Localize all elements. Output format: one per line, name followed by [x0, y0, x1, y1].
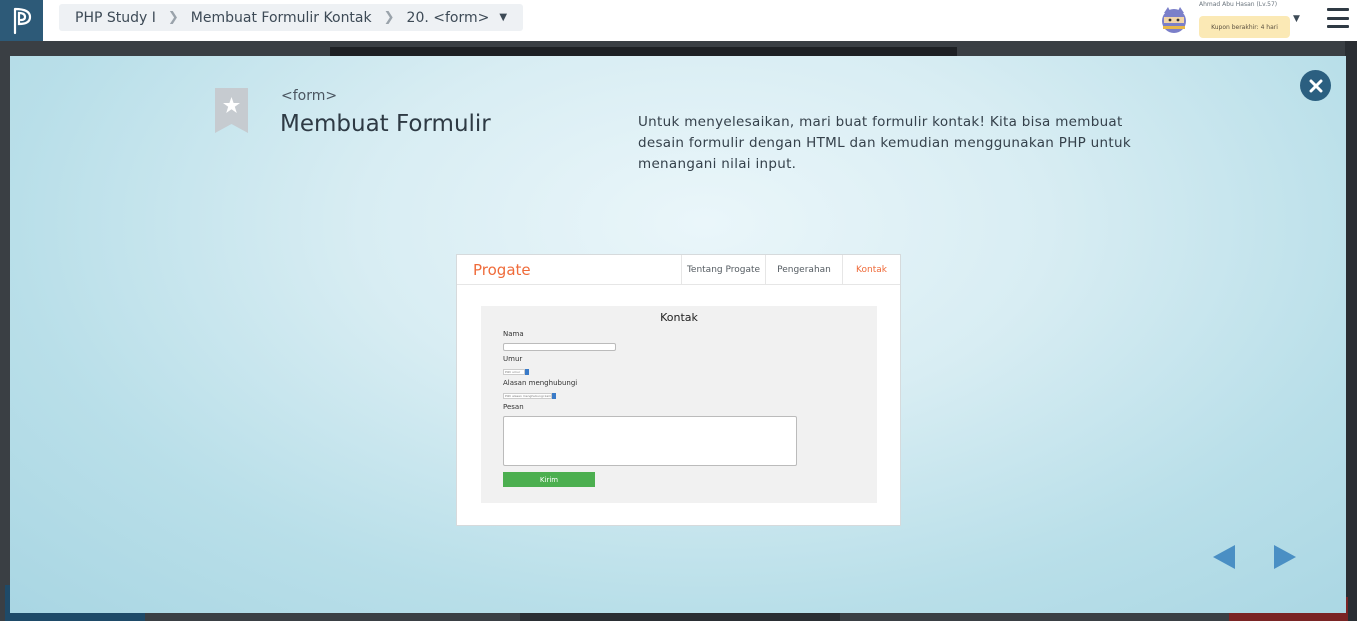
caret-down-icon[interactable]: ▼ [499, 12, 507, 23]
preview-message-textarea [503, 416, 797, 466]
preview-name-input [503, 343, 616, 351]
preview-brand: Progate [473, 261, 531, 279]
breadcrumb-lesson[interactable]: Membuat Formulir Kontak [191, 10, 372, 26]
background-scrollbar [1345, 41, 1357, 621]
preview-label-age: Umur [503, 355, 523, 363]
preview-form-title: Kontak [660, 311, 698, 324]
coupon-badge: Kupon berakhir: 4 hari [1199, 16, 1290, 38]
breadcrumb-slide[interactable]: 20. <form> [407, 10, 490, 26]
caret-down-icon[interactable]: ▼ [1293, 14, 1300, 24]
preview-reason-select: Pilih alasan menghubungi kami [503, 393, 552, 399]
breadcrumb-course[interactable]: PHP Study I [75, 10, 156, 26]
preview-label-message: Pesan [503, 403, 524, 411]
select-arrow-icon [525, 369, 529, 375]
preview-label-name: Nama [503, 330, 524, 338]
breadcrumb: PHP Study I ❯ Membuat Formulir Kontak ❯ … [59, 4, 524, 31]
close-icon [1309, 79, 1322, 92]
preview-form: Kontak Nama Umur Pilih umur Alasan mengh… [481, 306, 877, 503]
chevron-right-icon: ❯ [167, 10, 179, 25]
preview-header: Progate Tentang Progate Pengerahan Konta… [457, 255, 900, 285]
preview-nav-item: Pengerahan [765, 255, 842, 285]
select-arrow-icon [552, 393, 556, 399]
preview-age-select: Pilih umur [503, 369, 525, 375]
preview-nav-item: Tentang Progate [681, 255, 765, 285]
preview-nav-item-active: Kontak [842, 255, 900, 285]
top-bar: PHP Study I ❯ Membuat Formulir Kontak ❯ … [0, 0, 1357, 41]
slide-modal: <form> Membuat Formulir Untuk menyelesai… [10, 56, 1346, 613]
bookmark-star-icon[interactable] [215, 88, 248, 133]
user-name: Ahmad Abu Hasan (Lv.57) [1199, 1, 1278, 8]
preview-label-reason: Alasan menghubungi [503, 379, 578, 387]
hamburger-menu-icon[interactable] [1327, 8, 1349, 28]
triangle-right-icon[interactable] [1274, 545, 1296, 569]
triangle-left-icon[interactable] [1213, 545, 1235, 569]
slide-tag: <form> [281, 88, 338, 104]
preview-submit-button: Kirim [503, 472, 595, 487]
preview-image: Progate Tentang Progate Pengerahan Konta… [456, 254, 901, 526]
chevron-right-icon: ❯ [383, 10, 395, 25]
slide-description: Untuk menyelesaikan, mari buat formulir … [638, 114, 1131, 172]
ninja-cat-avatar-icon[interactable] [1159, 5, 1189, 35]
slide-title: Membuat Formulir [280, 111, 491, 137]
close-button[interactable] [1300, 70, 1331, 101]
progate-logo-icon[interactable] [0, 0, 43, 41]
user-area: Ahmad Abu Hasan (Lv.57) Kupon berakhir: … [1156, 0, 1357, 41]
